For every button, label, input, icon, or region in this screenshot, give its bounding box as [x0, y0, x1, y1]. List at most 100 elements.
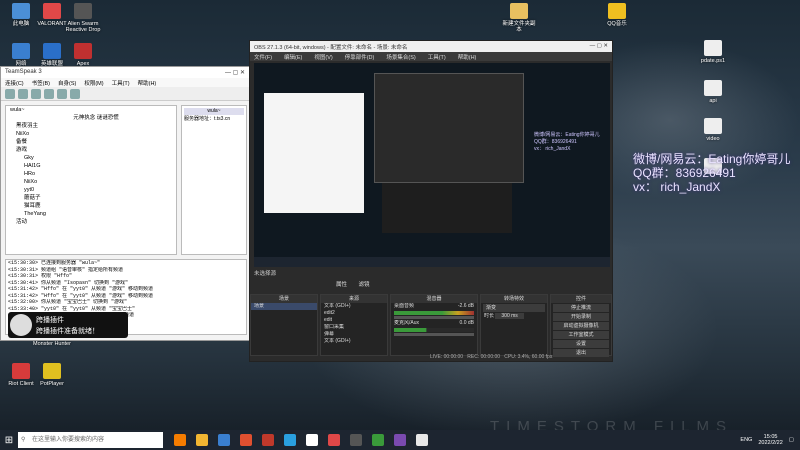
- channel-tree-item[interactable]: 黑夜羽主: [6, 122, 176, 130]
- mixer-slider-desktop[interactable]: [394, 316, 474, 319]
- controls-panel: 控件 停止推流 开始录制 启动虚拟摄像机 工作室模式 设置 退出: [550, 294, 612, 357]
- transitions-panel: 转场特效 渐变 时长 300 ms: [480, 294, 548, 356]
- connect-icon[interactable]: [5, 89, 15, 99]
- taskbar-app-icon[interactable]: [350, 434, 362, 446]
- channel-tree-item[interactable]: NiiXo: [6, 130, 176, 138]
- scene-item[interactable]: 场景: [251, 303, 317, 310]
- duration-label: 时长: [484, 313, 495, 319]
- source-item[interactable]: edit: [321, 317, 387, 324]
- taskbar-app-icon[interactable]: [372, 434, 384, 446]
- source-item[interactable]: 文本 (GDI+): [321, 338, 387, 345]
- source-item[interactable]: 窗口采集: [321, 324, 387, 331]
- clock[interactable]: 15:05 2022/2/22: [758, 434, 782, 446]
- taskbar-app-icon[interactable]: [262, 434, 274, 446]
- menu-item[interactable]: 帮助(H): [458, 53, 477, 61]
- desktop-icon[interactable]: pdate.ps1: [694, 40, 732, 64]
- desktop-icon-image: [43, 363, 61, 379]
- menu-item[interactable]: 停靠部件(D): [345, 53, 375, 61]
- taskbar-app-icon[interactable]: [174, 434, 186, 446]
- desktop-icon[interactable]: Apex: [64, 43, 102, 67]
- taskbar-app-icon[interactable]: [328, 434, 340, 446]
- source-item[interactable]: 文本 (GDI+): [321, 303, 387, 310]
- obs-title-bar[interactable]: OBS 27.1.3 (64-bit, windows) - 配置文件: 未命名…: [250, 41, 612, 52]
- taskbar-app-icon[interactable]: [240, 434, 252, 446]
- menu-item[interactable]: 帮助(H): [138, 79, 157, 87]
- menu-item[interactable]: 文件(F): [254, 53, 272, 61]
- desktop-icon-image: [12, 363, 30, 379]
- mute-mic-icon[interactable]: [44, 89, 54, 99]
- filters-button[interactable]: 滤镜: [359, 282, 370, 288]
- desktop-icon[interactable]: QQ音乐: [598, 3, 636, 27]
- channel-tree-item[interactable]: 猫耳鹿: [6, 202, 176, 210]
- channel-tree-item[interactable]: Gky: [6, 154, 176, 162]
- mute-speaker-icon[interactable]: [57, 89, 67, 99]
- scenes-panel-title: 场景: [251, 295, 317, 303]
- desktop-icon-image: [12, 43, 30, 59]
- menu-item[interactable]: 场景集合(S): [386, 53, 415, 61]
- notification-icon[interactable]: ▢: [789, 437, 794, 443]
- menu-item[interactable]: 编辑(E): [284, 53, 302, 61]
- source-item[interactable]: edit2: [321, 310, 387, 317]
- transition-select[interactable]: 渐变: [483, 304, 545, 312]
- desktop-icon[interactable]: PotPlayer: [33, 363, 71, 387]
- menu-item[interactable]: 自身(S): [58, 79, 76, 87]
- channel-tree-item[interactable]: yyt0: [6, 186, 176, 194]
- taskbar-app-icon[interactable]: [196, 434, 208, 446]
- desktop-icon[interactable]: Alien Swarm Reactive Drop: [64, 3, 102, 33]
- menu-item[interactable]: 连接(C): [5, 79, 24, 87]
- obs-preview[interactable]: 微博/网易云：Eating你婷哥儿 QQ群：836926491 vx： rich…: [254, 63, 610, 267]
- mixer-track-desktop: 桌面音频 -2.6 dB: [394, 303, 474, 309]
- control-button[interactable]: 停止推流: [553, 304, 609, 312]
- overlay-line-vx: vx： rich_JandX: [633, 180, 721, 194]
- source-item[interactable]: 弹幕: [321, 331, 387, 338]
- channel-tree-item[interactable]: 备餐: [6, 138, 176, 146]
- overlay-line-weibo: 微博/网易云：Eating你婷哥儿: [633, 152, 791, 166]
- control-button[interactable]: 退出: [553, 349, 609, 357]
- away-icon[interactable]: [31, 89, 41, 99]
- taskbar-app-icon[interactable]: [284, 434, 296, 446]
- desktop-icon-label: Alien Swarm Reactive Drop: [65, 21, 101, 33]
- control-button[interactable]: 开始录制: [553, 313, 609, 321]
- control-button[interactable]: 设置: [553, 340, 609, 348]
- settings-icon[interactable]: [70, 89, 80, 99]
- search-box[interactable]: ⚲ 在这里输入你要搜索的内容: [18, 432, 163, 448]
- channel-tree-item[interactable]: 活动: [6, 218, 176, 226]
- desktop-icon[interactable]: 新建文件夹副本: [500, 3, 538, 33]
- window-controls[interactable]: — ▢ ✕: [225, 69, 245, 76]
- start-button[interactable]: ⊞: [0, 435, 18, 446]
- menu-item[interactable]: 视图(V): [314, 53, 332, 61]
- desktop-icon[interactable]: api: [694, 80, 732, 104]
- channel-tree-item[interactable]: NiiXo: [6, 178, 176, 186]
- properties-button[interactable]: 属性: [336, 282, 347, 288]
- preview-taskbar: [254, 257, 610, 267]
- taskbar-app-icon[interactable]: [218, 434, 230, 446]
- language-indicator[interactable]: ENG: [740, 437, 752, 443]
- teamspeak-title-bar[interactable]: TeamSpeak 3 — ▢ ✕: [1, 67, 249, 78]
- taskbar-app-icon[interactable]: [416, 434, 428, 446]
- channel-tree-item[interactable]: TheYang: [6, 210, 176, 218]
- channel-tree-item[interactable]: 元神执念 谜谜恐慌: [6, 114, 176, 122]
- taskbar-app-icon[interactable]: [306, 434, 318, 446]
- channel-tree-item[interactable]: wula~: [6, 106, 176, 114]
- desktop-icon[interactable]: video: [694, 118, 732, 142]
- menu-item[interactable]: 工具(T): [112, 79, 130, 87]
- obs-menu-bar: 文件(F) 编辑(E) 视图(V) 停靠部件(D) 场景集合(S) 工具(T) 帮助(H): [250, 52, 612, 61]
- control-button[interactable]: 工作室模式: [553, 331, 609, 339]
- window-controls[interactable]: — ▢ ✕: [590, 43, 608, 50]
- channel-tree-item[interactable]: HRo: [6, 170, 176, 178]
- menu-item[interactable]: 权限(M): [84, 79, 103, 87]
- control-button[interactable]: 启动虚拟摄像机: [553, 322, 609, 330]
- menu-item[interactable]: 工具(T): [428, 53, 446, 61]
- desktop-icon-image: [74, 43, 92, 59]
- channel-tree-item[interactable]: 游戏: [6, 146, 176, 154]
- menu-item[interactable]: 书签(B): [32, 79, 50, 87]
- channel-tree-item[interactable]: HAI1G: [6, 162, 176, 170]
- taskbar-app-icon[interactable]: [394, 434, 406, 446]
- duration-input[interactable]: 300 ms: [495, 313, 524, 319]
- server-tab[interactable]: wula~: [184, 108, 244, 115]
- badge-subtitle: 跨播插件准备就绪！: [36, 328, 99, 335]
- channel-tree-item[interactable]: 蘑菇子: [6, 194, 176, 202]
- mixer-slider-mic[interactable]: [394, 333, 474, 336]
- scenes-panel: 场景 场景: [250, 294, 318, 356]
- bookmark-icon[interactable]: [18, 89, 28, 99]
